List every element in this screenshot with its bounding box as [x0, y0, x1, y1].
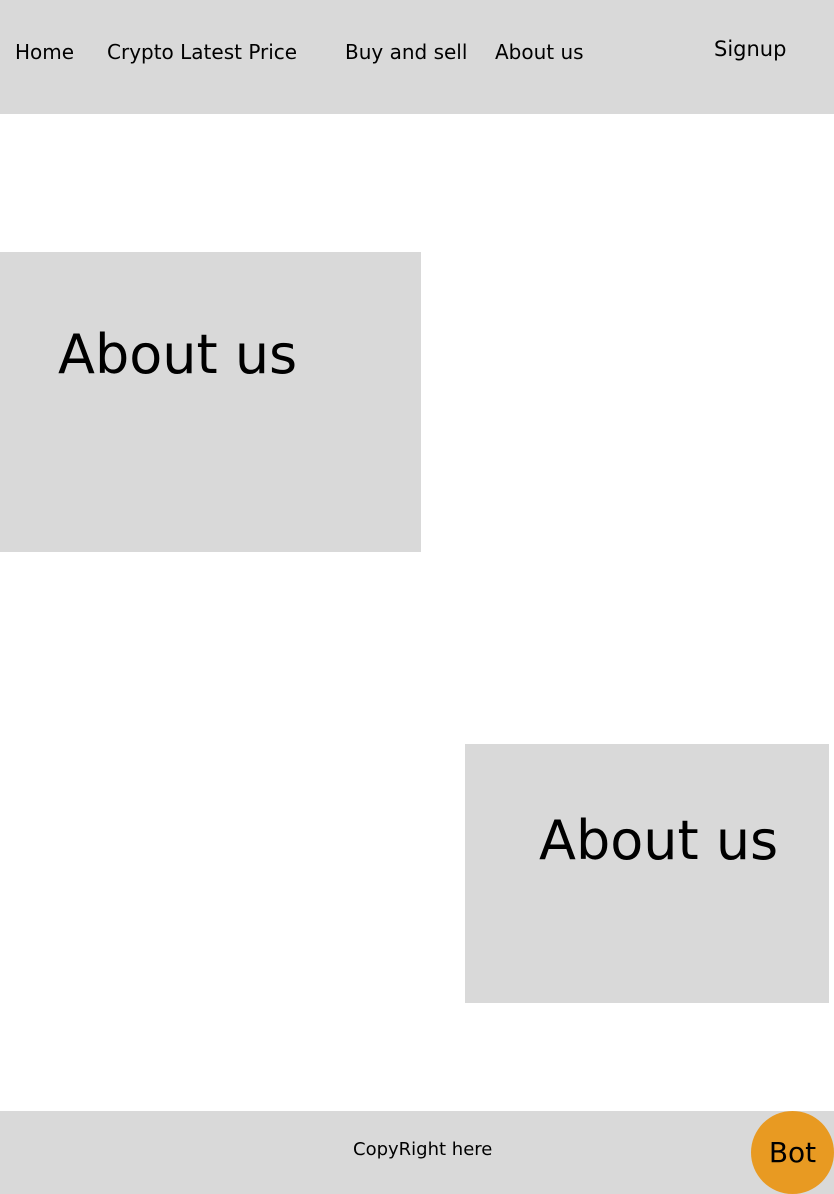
copyright-text: CopyRight here	[353, 1139, 493, 1160]
bot-chat-button[interactable]: Bot	[751, 1111, 834, 1194]
nav-crypto-latest-price-link[interactable]: Crypto Latest Price	[107, 40, 297, 64]
about-us-heading-2: About us	[539, 809, 779, 872]
about-us-heading-1: About us	[58, 323, 298, 386]
about-us-card-2	[465, 744, 829, 1003]
nav-home-link[interactable]: Home	[15, 40, 74, 64]
nav-about-us-link[interactable]: About us	[495, 40, 584, 64]
nav-buy-and-sell-link[interactable]: Buy and sell	[345, 40, 467, 64]
about-us-card-1	[0, 252, 421, 552]
signup-link[interactable]: Signup	[714, 37, 786, 61]
